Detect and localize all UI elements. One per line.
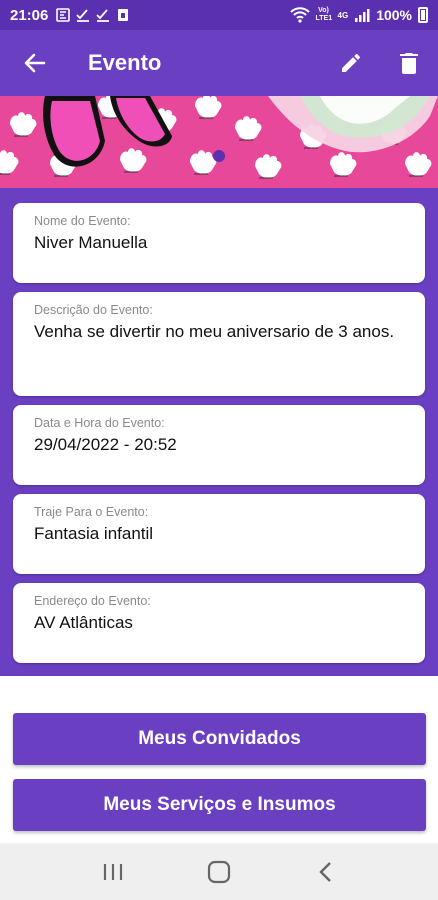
event-address-card: Endereço do Evento: AV Atlânticas [13, 583, 425, 663]
battery-icon [418, 7, 428, 23]
arrow-left-icon [24, 53, 46, 73]
sim-notification-icon [118, 9, 129, 21]
network-type-label: 4G [337, 10, 349, 20]
status-left: 21:06 [10, 7, 130, 24]
event-datetime-card: Data e Hora do Evento: 29/04/2022 - 20:5… [13, 405, 425, 485]
my-guests-button[interactable]: Meus Convidados [13, 713, 426, 765]
event-dresscode-value: Fantasia infantil [34, 524, 154, 543]
signal-icon [355, 9, 370, 22]
event-banner-image [0, 96, 438, 188]
home-icon [207, 860, 231, 883]
status-bar: 21:06 Vo) LTE1 4G 100% [0, 0, 438, 30]
status-time: 21:06 [10, 6, 49, 24]
back-button[interactable] [0, 30, 70, 96]
status-right: Vo) LTE1 4G 100% [289, 7, 428, 23]
app-bar: Evento [0, 30, 438, 96]
edit-button[interactable] [322, 30, 380, 96]
event-details-panel: Nome do Evento: Niver Manuella Descrição… [0, 188, 438, 676]
back-chevron-icon [319, 861, 331, 882]
page-title: Evento [88, 50, 162, 75]
event-name-value: Niver Manuella [34, 233, 148, 252]
event-dresscode-label: Traje Para o Evento: [34, 505, 149, 519]
event-address-value: AV Atlânticas [34, 613, 133, 632]
volte-label: Vo) LTE1 [315, 7, 333, 22]
notification-icons [56, 8, 130, 22]
check-notification-icon-2 [96, 9, 110, 22]
event-description-label: Descrição do Evento: [34, 303, 153, 317]
banner-pattern [0, 96, 438, 188]
pencil-icon [342, 53, 360, 72]
check-notification-icon [76, 9, 90, 22]
event-description-value: Venha se divertir no meu aniversario de … [34, 322, 395, 341]
event-datetime-label: Data e Hora do Evento: [34, 416, 165, 430]
event-dresscode-card: Traje Para o Evento: Fantasia infantil [13, 494, 425, 574]
event-address-label: Endereço do Evento: [34, 594, 151, 608]
event-datetime-value: 29/04/2022 - 20:52 [34, 435, 177, 454]
event-description-card: Descrição do Evento: Venha se divertir n… [13, 292, 425, 396]
event-name-card: Nome do Evento: Niver Manuella [13, 203, 425, 283]
recents-button[interactable] [83, 843, 143, 900]
battery-percentage: 100% [376, 7, 412, 23]
my-services-button[interactable]: Meus Serviços e Insumos [13, 779, 426, 831]
system-nav-bar [0, 843, 438, 900]
wifi-icon [289, 7, 310, 23]
app-actions [322, 30, 438, 96]
trash-icon [400, 53, 418, 74]
delete-button[interactable] [380, 30, 438, 96]
nav-back-button[interactable] [295, 843, 355, 900]
home-button[interactable] [189, 843, 249, 900]
image-notification-icon [56, 8, 71, 22]
recents-icon [103, 863, 123, 880]
event-name-label: Nome do Evento: [34, 214, 131, 228]
